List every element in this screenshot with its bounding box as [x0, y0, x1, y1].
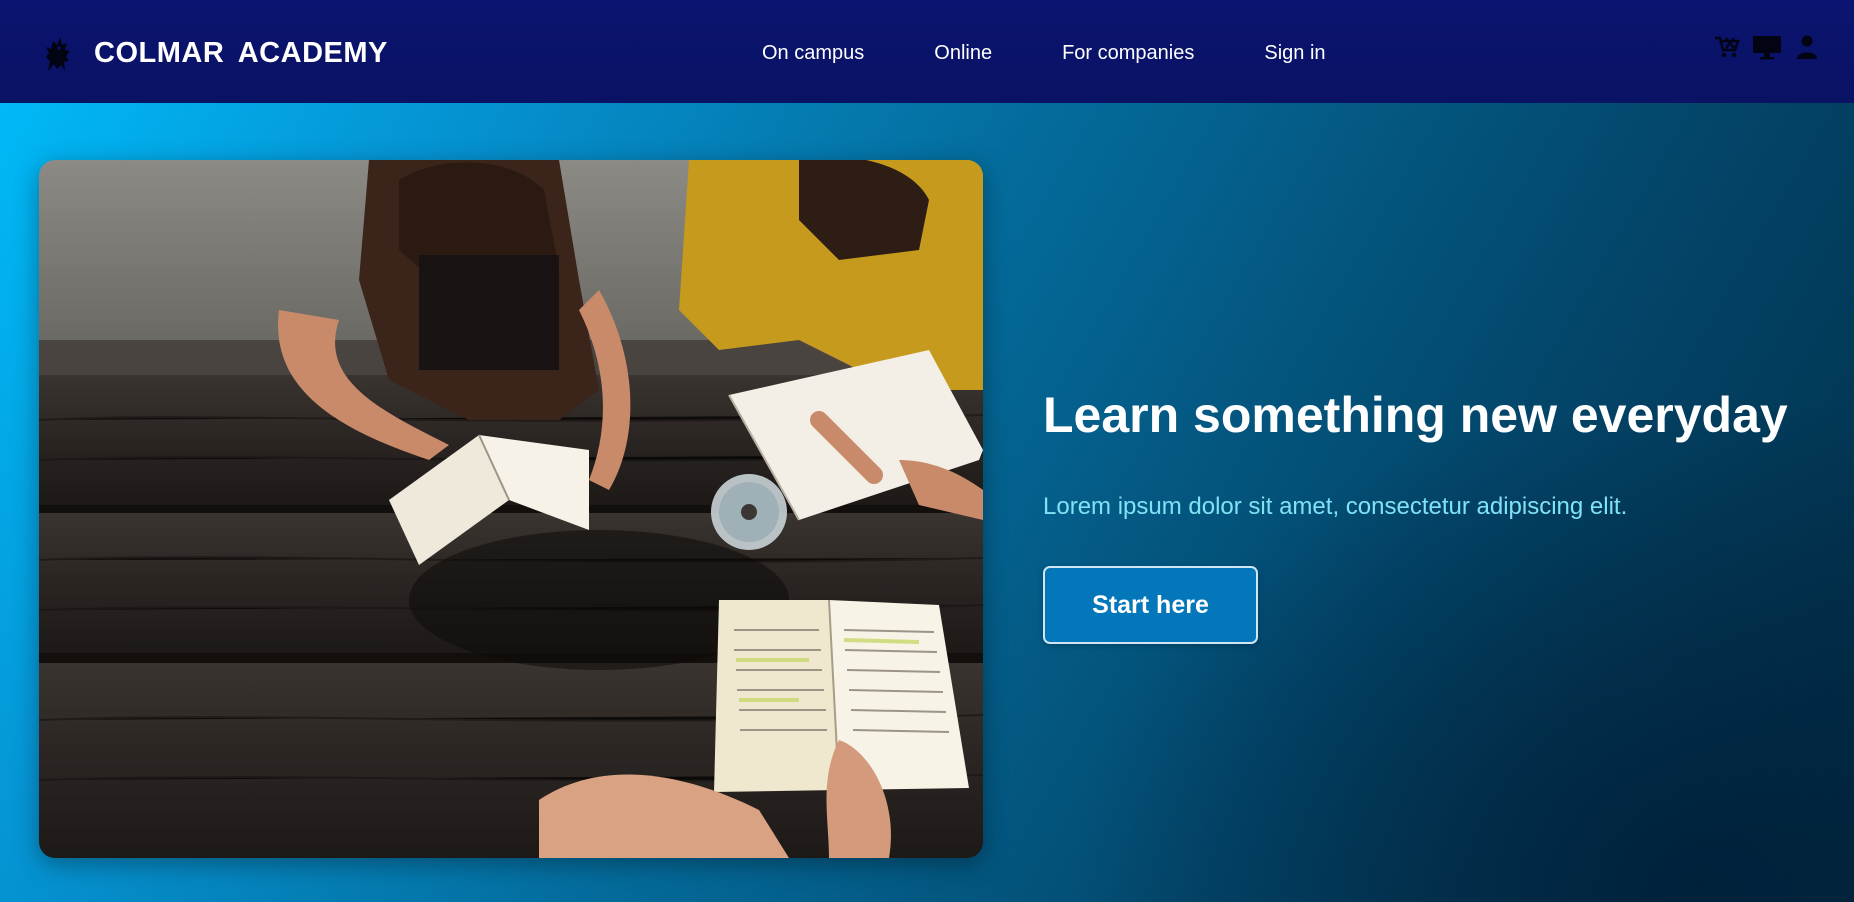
nav-for-companies[interactable]: For companies: [1062, 42, 1194, 65]
griffin-logo-icon: [40, 31, 76, 75]
main-nav: On campus Online For companies Sign in: [762, 36, 1326, 70]
nav-on-campus[interactable]: On campus: [762, 42, 864, 65]
nav-online[interactable]: Online: [934, 42, 992, 65]
brand-name: COLMAR ACADEMY: [94, 36, 388, 69]
hero-subline: Lorem ipsum dolor sit amet, consectetur …: [1043, 493, 1628, 520]
monitor-icon[interactable]: [1752, 32, 1782, 62]
user-icon[interactable]: [1792, 32, 1822, 62]
hero-headline: Learn something new everyday: [1043, 387, 1788, 443]
cart-icon[interactable]: [1712, 32, 1742, 62]
site-header: COLMAR ACADEMY On campus Online For comp…: [0, 0, 1854, 103]
hero-section: Learn something new everyday Lorem ipsum…: [0, 103, 1854, 902]
nav-sign-in[interactable]: Sign in: [1264, 42, 1325, 65]
hero-image: [39, 160, 983, 858]
header-icons: [1702, 32, 1822, 62]
brand-link[interactable]: COLMAR ACADEMY: [40, 26, 388, 80]
start-here-button[interactable]: Start here: [1043, 566, 1258, 644]
